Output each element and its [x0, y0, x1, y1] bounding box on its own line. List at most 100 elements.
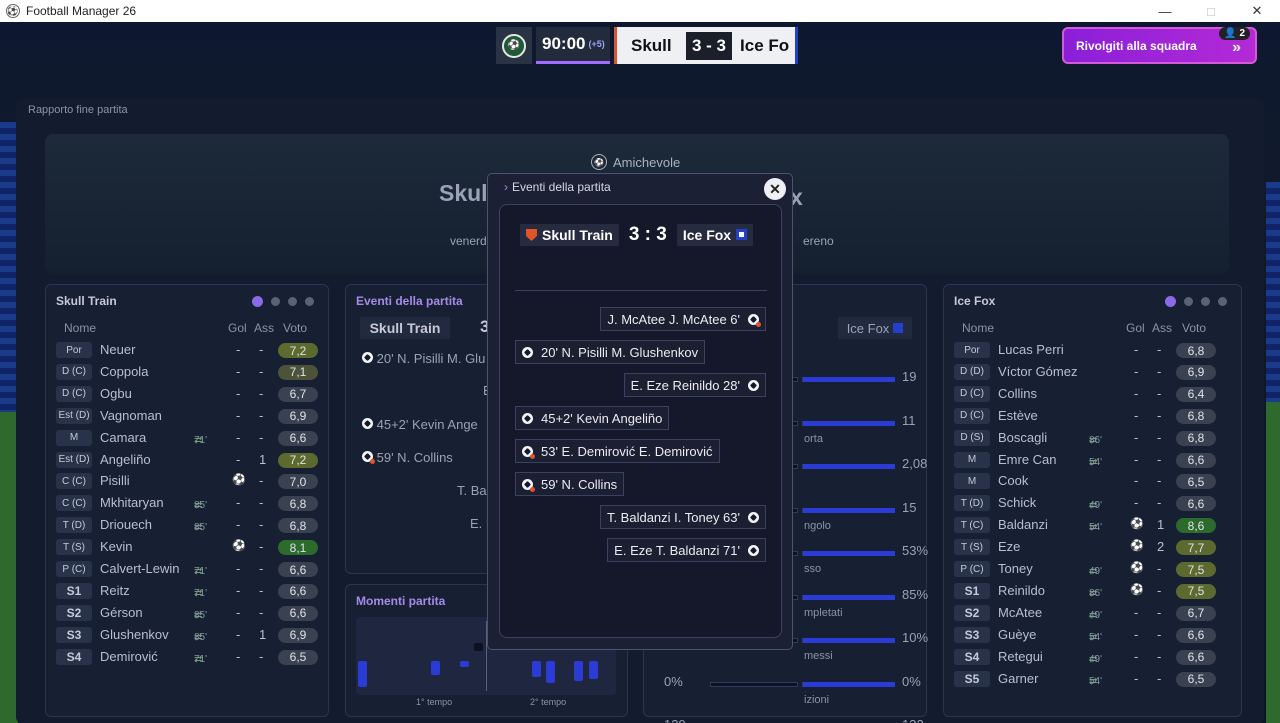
table-row[interactable]: S4 Retegui ⇄ 49' - -6,6 — [954, 646, 1229, 668]
player-name[interactable]: Demirović — [100, 649, 158, 664]
page-dot-1[interactable] — [252, 296, 263, 307]
player-name[interactable]: McAtee — [998, 605, 1042, 620]
player-name[interactable]: Glushenkov — [100, 627, 169, 642]
player-name[interactable]: Cook — [998, 473, 1028, 488]
goals-value: - — [1134, 363, 1139, 379]
table-row[interactable]: T (D) Driouech ⇄ 85' - -6,8 — [56, 514, 318, 536]
goal-icon: ⚽ — [1130, 540, 1144, 553]
table-row[interactable]: D (S) Boscagli ⇄ 86' - -6,8 — [954, 427, 1229, 449]
player-name[interactable]: Pisilli — [100, 473, 130, 488]
player-name[interactable]: Mkhitaryan — [100, 495, 164, 510]
event-row[interactable]: 59' N. Collins — [515, 472, 625, 496]
table-row[interactable]: Est (D) Vagnoman - -6,9 — [56, 405, 318, 427]
table-row[interactable]: P (C) Calvert-Lewin ⇄ 71' - -6,6 — [56, 558, 318, 580]
col-rating[interactable]: Voto — [1182, 321, 1206, 335]
player-name[interactable]: Emre Can — [998, 452, 1057, 467]
col-goals[interactable]: Gol — [228, 321, 247, 335]
col-goals[interactable]: Gol — [1126, 321, 1145, 335]
player-name[interactable]: Driouech — [100, 517, 152, 532]
player-name[interactable]: Retegui — [998, 649, 1043, 664]
player-name[interactable]: Camara — [100, 430, 146, 445]
player-name[interactable]: Collins — [998, 386, 1037, 401]
position-badge: S4 — [954, 648, 990, 665]
table-row[interactable]: D (C) Ogbu - -6,7 — [56, 383, 318, 405]
away-crest-icon — [893, 323, 904, 333]
player-name[interactable]: Boscagli — [998, 430, 1047, 445]
table-row[interactable]: C (C) Mkhitaryan ⇄ 85' - -6,8 — [56, 492, 318, 514]
table-row[interactable]: S1 Reitz ⇄ 71' - -6,6 — [56, 580, 318, 602]
player-name[interactable]: Víctor Gómez — [998, 364, 1077, 379]
table-row[interactable]: D (C) Estève - -6,8 — [954, 405, 1229, 427]
event-row[interactable]: E. Eze T. Baldanzi 71' — [607, 538, 766, 562]
player-name[interactable]: Toney — [998, 561, 1033, 576]
event-row[interactable]: E. Eze Reinildo 28' — [623, 373, 766, 397]
table-row[interactable]: S4 Demirović ⇄ 71' - -6,5 — [56, 646, 318, 668]
event-row[interactable]: 20' N. Pisilli M. Glushenkov — [515, 340, 706, 364]
minimize-button[interactable]: — — [1142, 0, 1188, 22]
table-row[interactable]: S1 Reinildo ⇄ 86' ⚽ -7,5 — [954, 580, 1229, 602]
player-name[interactable]: Coppola — [100, 364, 148, 379]
col-name[interactable]: Nome — [64, 321, 96, 335]
assists-value: 1 — [1157, 517, 1165, 533]
col-rating[interactable]: Voto — [283, 321, 307, 335]
event-row[interactable]: 53' E. Demirović E. Demirović — [515, 439, 720, 463]
scoreboard: ⚽ 90:00 (+5) Skull 3 - 3 Ice Fo — [496, 27, 798, 64]
page-dot-2[interactable] — [271, 297, 280, 306]
player-name[interactable]: Angeliño — [100, 452, 151, 467]
table-row[interactable]: S2 McAtee ⇄ 49' - -6,7 — [954, 602, 1229, 624]
close-window-button[interactable]: ✕ — [1234, 0, 1280, 22]
event-row[interactable]: T. Baldanzi I. Toney 63' — [599, 505, 766, 529]
col-name[interactable]: Nome — [962, 321, 994, 335]
table-row[interactable]: T (D) Schick ⇄ 49' - -6,6 — [954, 492, 1229, 514]
event-row[interactable]: 45+2' Kevin Angeliño — [515, 406, 670, 430]
player-name[interactable]: Baldanzi — [998, 517, 1048, 532]
player-name[interactable]: Gérson — [100, 605, 143, 620]
stat-label: ngolo — [804, 519, 831, 532]
player-name[interactable]: Schick — [998, 495, 1036, 510]
table-row[interactable]: M Camara ⇄ 71' - -6,6 — [56, 427, 318, 449]
close-icon[interactable]: ✕ — [764, 178, 786, 200]
col-assists[interactable]: Ass — [254, 321, 274, 335]
player-name[interactable]: Neuer — [100, 342, 135, 357]
page-dot-3[interactable] — [288, 297, 297, 306]
player-name[interactable]: Garner — [998, 671, 1038, 686]
table-row[interactable]: T (S) Eze ⚽ 2 7,7 — [954, 536, 1229, 558]
page-dot-4[interactable] — [1218, 297, 1227, 306]
player-name[interactable]: Reinildo — [998, 583, 1045, 598]
table-row[interactable]: S2 Gérson ⇄ 85' - -6,6 — [56, 602, 318, 624]
player-name[interactable]: Ogbu — [100, 386, 132, 401]
table-row[interactable]: T (S) Kevin ⚽ -8,1 — [56, 536, 318, 558]
table-row[interactable]: C (C) Pisilli ⚽ -7,0 — [56, 470, 318, 492]
col-assists[interactable]: Ass — [1152, 321, 1172, 335]
player-name[interactable]: Calvert-Lewin — [100, 561, 179, 576]
table-row[interactable]: Por Neuer - -7,2 — [56, 339, 318, 361]
table-row[interactable]: Est (D) Angeliño - 1 7,2 — [56, 449, 318, 471]
page-dot-4[interactable] — [305, 297, 314, 306]
table-row[interactable]: P (C) Toney ⇄ 49' ⚽ -7,5 — [954, 558, 1229, 580]
player-name[interactable]: Vagnoman — [100, 408, 162, 423]
table-row[interactable]: S5 Garner ⇄ 54' - -6,5 — [954, 668, 1229, 690]
table-row[interactable]: Por Lucas Perri - -6,8 — [954, 339, 1229, 361]
team-talk-button[interactable]: Rivolgiti alla squadra » 👤 2 — [1062, 27, 1257, 64]
table-row[interactable]: D (C) Coppola - -7,1 — [56, 361, 318, 383]
player-name[interactable]: Eze — [998, 539, 1020, 554]
page-dot-3[interactable] — [1201, 297, 1210, 306]
page-dot-1[interactable] — [1165, 296, 1176, 307]
page-dot-2[interactable] — [1184, 297, 1193, 306]
event-row[interactable]: J. McAtee J. McAtee 6' — [600, 307, 766, 331]
table-row[interactable]: D (D) Víctor Gómez - -6,9 — [954, 361, 1229, 383]
stat-away-bar — [802, 507, 895, 513]
maximize-button[interactable]: □ — [1188, 0, 1234, 22]
player-name[interactable]: Lucas Perri — [998, 342, 1064, 357]
table-row[interactable]: S3 Glushenkov ⇄ 85' -1 6,9 — [56, 624, 318, 646]
table-row[interactable]: S3 Guèye ⇄ 54' - -6,6 — [954, 624, 1229, 646]
table-row[interactable]: D (C) Collins - -6,4 — [954, 383, 1229, 405]
player-name[interactable]: Reitz — [100, 583, 130, 598]
table-row[interactable]: M Emre Can ⇄ 54' - -6,6 — [954, 449, 1229, 471]
table-row[interactable]: M Cook - -6,5 — [954, 470, 1229, 492]
player-name[interactable]: Estève — [998, 408, 1038, 423]
table-header: Nome Gol Ass Voto — [58, 321, 316, 337]
player-name[interactable]: Kevin — [100, 539, 133, 554]
player-name[interactable]: Guèye — [998, 627, 1036, 642]
table-row[interactable]: T (C) Baldanzi ⇄ 54' ⚽ 1 8,6 — [954, 514, 1229, 536]
